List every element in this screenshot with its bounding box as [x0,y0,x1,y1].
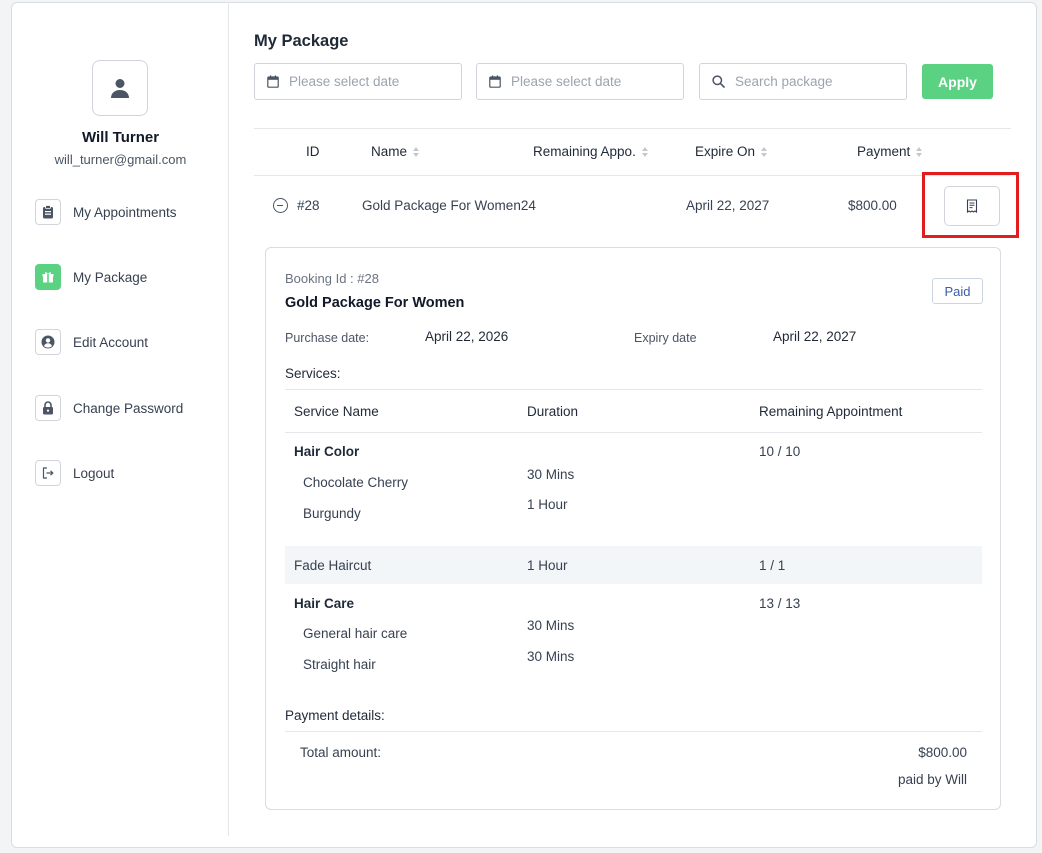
service-item-duration: 30 Mins [527,467,575,482]
services-table-header: Service Name Duration Remaining Appointm… [285,389,982,433]
sidebar-item-appointments[interactable]: My Appointments [35,199,177,225]
calendar-icon [489,75,501,88]
sidebar-item-label: My Appointments [73,204,177,220]
total-amount-value: $800.00 [918,745,967,760]
package-name: Gold Package For Women [285,295,465,311]
booking-id: Booking Id : #28 [285,271,379,286]
user-email: will_turner@gmail.com [54,152,187,167]
logout-icon [35,460,61,486]
gift-icon [35,264,61,290]
clipboard-icon [35,199,61,225]
row-id: #28 [297,198,320,213]
remaining-header: Remaining Appointment [759,404,903,419]
page-title: My Package [254,32,349,50]
column-header-name[interactable]: Name [371,144,420,159]
sidebar-item-label: Edit Account [73,334,149,350]
service-item-duration: 30 Mins [527,618,575,633]
sort-icon[interactable] [641,146,648,157]
service-row-stripe [285,546,982,584]
row-payment: $800.00 [848,198,897,213]
sidebar-item-package[interactable]: My Package [35,264,147,290]
service-remaining: 10 / 10 [759,444,801,459]
status-badge[interactable]: Paid [932,278,983,304]
invoice-button[interactable] [944,186,1000,226]
column-header-remaining[interactable]: Remaining Appo. [533,144,648,159]
total-amount-label: Total amount: [300,745,382,760]
calendar-icon [267,75,279,88]
service-duration: 1 Hour [527,558,568,573]
sidebar-item-edit-account[interactable]: Edit Account [35,329,148,355]
search-input[interactable] [735,74,885,89]
expiry-date-value: April 22, 2027 [773,329,857,344]
package-detail-card: Booking Id : #28 Gold Package For Women … [265,247,1001,810]
user-name: Will Turner [81,129,160,146]
sort-icon[interactable] [761,146,768,157]
end-date-filter[interactable] [476,63,684,100]
row-expire: April 22, 2027 [686,198,770,213]
service-name-header: Service Name [294,404,379,419]
service-remaining: 13 / 13 [759,596,801,611]
sort-icon[interactable] [916,146,923,157]
service-item-duration: 30 Mins [527,649,575,664]
table-header: ID Name Remaining Appo. Expire On Paymen… [254,128,1011,176]
sidebar-item-label: Change Password [73,400,184,416]
sidebar-item-change-password[interactable]: Change Password [35,395,183,421]
sort-icon[interactable] [413,146,420,157]
payment-details-title: Payment details: [285,708,385,723]
service-item-duration: 1 Hour [527,497,568,512]
avatar [92,60,148,116]
expiry-date-label: Expiry date [634,331,697,345]
search-icon [712,75,725,88]
table-row: #28 Gold Package For Women24 April 22, 2… [254,177,1011,233]
sidebar-item-logout[interactable]: Logout [35,460,114,486]
column-header-id: ID [306,144,320,159]
service-item-name: Chocolate Cherry [303,475,409,490]
column-header-payment[interactable]: Payment [857,144,923,159]
apply-button[interactable]: Apply [922,64,993,99]
lock-icon [35,395,61,421]
minus-circle-icon[interactable] [273,198,288,213]
column-header-expire[interactable]: Expire On [695,144,768,159]
sidebar-item-label: My Package [73,269,148,285]
service-item-name: General hair care [303,626,408,641]
services-table: Service Name Duration Remaining Appointm… [285,389,982,433]
service-remaining: 1 / 1 [759,558,786,573]
paid-by: paid by Will [897,772,967,787]
start-date-input[interactable] [289,74,439,89]
duration-header: Duration [527,404,579,419]
row-name: Gold Package For Women24 [362,198,536,213]
sidebar: Will Turner will_turner@gmail.com My App… [12,2,229,836]
services-title: Services: [285,366,341,381]
sidebar-item-label: Logout [73,465,115,481]
user-circle-icon [35,329,61,355]
service-item-name: Straight hair [303,657,376,672]
service-item-name: Burgundy [303,506,361,521]
search-filter[interactable] [699,63,907,100]
end-date-input[interactable] [511,74,661,89]
start-date-filter[interactable] [254,63,462,100]
service-group-name: Hair Color [294,444,360,459]
receipt-icon [966,199,978,213]
service-name: Fade Haircut [294,558,372,573]
user-icon [111,79,129,98]
divider [285,731,982,732]
purchase-date-label: Purchase date: [285,331,370,345]
service-group-name: Hair Care [294,596,355,611]
purchase-date-value: April 22, 2026 [425,329,509,344]
